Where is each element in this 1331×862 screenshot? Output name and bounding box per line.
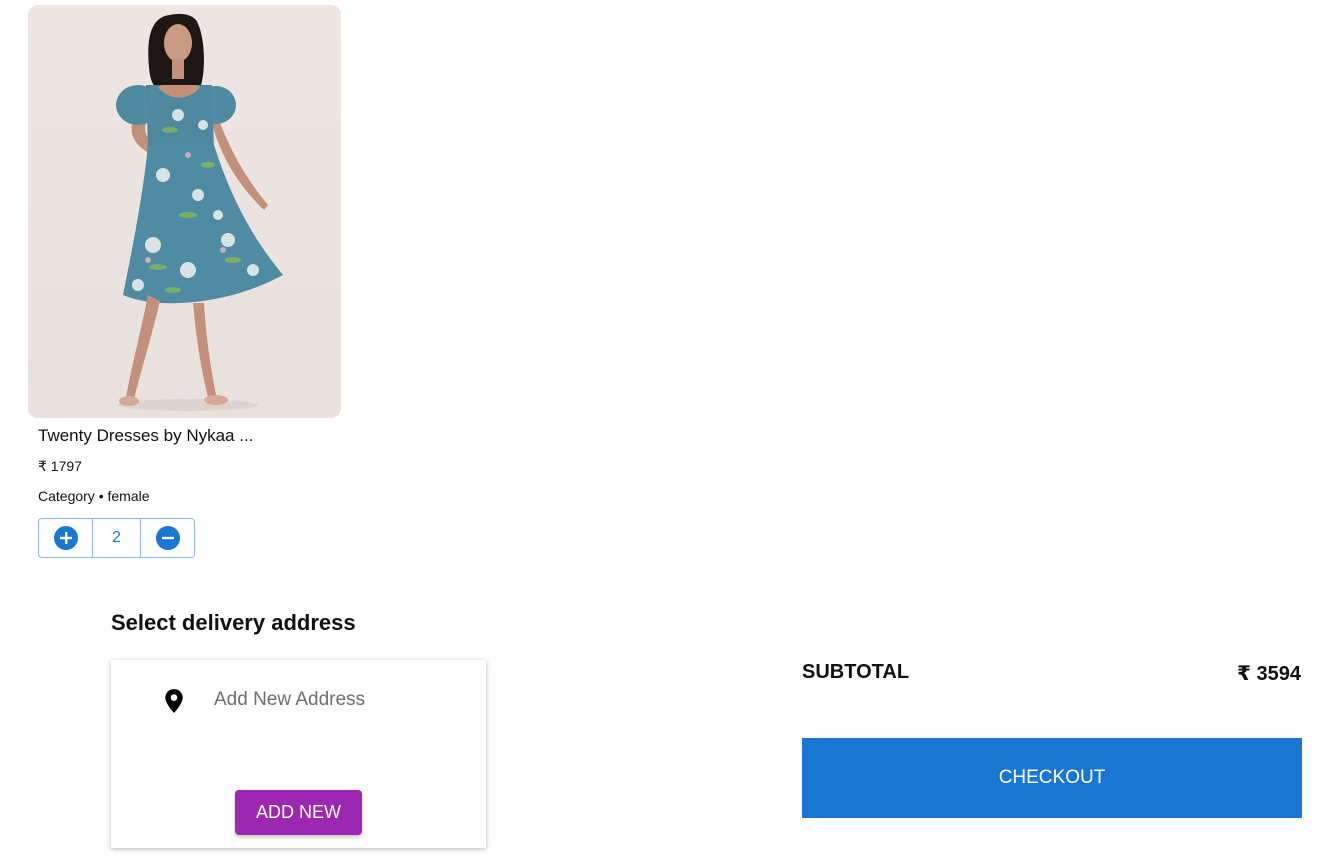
add-address-label: Add New Address	[214, 689, 366, 710]
cart-page: Twenty Dresses by Nykaa ... ₹ 1797 Categ…	[0, 0, 1331, 862]
add-new-address-button[interactable]: ADD NEW	[235, 790, 362, 835]
subtotal-value: ₹ 3594	[1237, 663, 1301, 685]
address-heading: Select delivery address	[111, 610, 356, 635]
quantity-value: 2	[92, 519, 141, 557]
product-price: ₹ 1797	[38, 458, 82, 474]
minus-circle-icon	[155, 526, 180, 550]
product-card: Twenty Dresses by Nykaa ... ₹ 1797 Categ…	[28, 5, 341, 558]
product-image[interactable]	[28, 5, 341, 418]
dress-model-illustration	[28, 5, 341, 418]
checkout-button[interactable]: CHECKOUT	[802, 738, 1302, 818]
location-pin-icon	[163, 688, 185, 714]
product-title[interactable]: Twenty Dresses by Nykaa ...	[38, 426, 288, 446]
increase-quantity-button[interactable]	[39, 519, 92, 557]
quantity-stepper: 2	[38, 518, 195, 558]
subtotal-label: SUBTOTAL	[802, 661, 910, 683]
product-category: Category • female	[38, 488, 150, 504]
plus-circle-icon	[53, 526, 78, 550]
add-address-card[interactable]: Add New Address ADD NEW	[111, 660, 486, 848]
decrease-quantity-button[interactable]	[141, 519, 194, 557]
